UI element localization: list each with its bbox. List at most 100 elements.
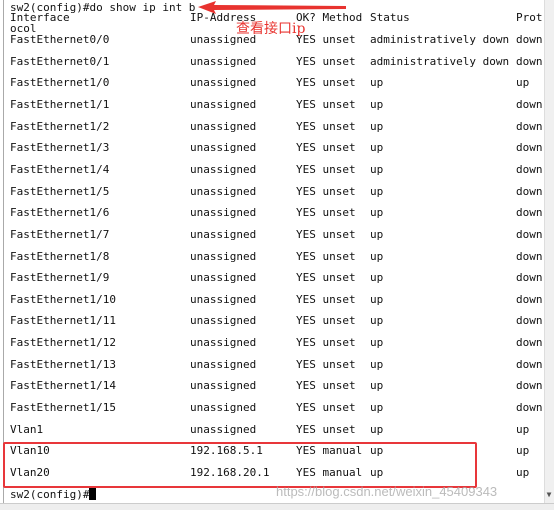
table-row: FastEthernet1/1 unassigned YES unset up down <box>10 97 543 112</box>
cell-ip: unassigned <box>190 33 257 46</box>
cell-ip: unassigned <box>190 379 257 393</box>
cell-interface: FastEthernet1/1 <box>10 97 110 111</box>
cell-ip: unassigned <box>190 401 257 415</box>
cell-ip: unassigned <box>190 206 257 220</box>
cell-protocol: down <box>516 141 543 155</box>
cell-status: up <box>370 141 384 155</box>
cell-protocol: down <box>516 184 543 198</box>
cell-status: up <box>370 336 384 350</box>
cell-protocol: down <box>516 119 543 133</box>
header-protocol: Prot <box>516 11 543 24</box>
table-row: FastEthernet1/6 unassigned YES unset up down <box>10 206 543 220</box>
cell-status: up <box>370 184 384 198</box>
cell-status: up <box>370 271 384 285</box>
table-row: Vlan1 unassigned YES unset up up <box>10 423 540 437</box>
cell-ok-method: YES unset <box>296 357 356 371</box>
cell-ok-method: YES unset <box>296 379 356 393</box>
table-row: FastEthernet1/4 unassigned YES unset up down <box>10 162 543 177</box>
cell-protocol: up <box>516 422 530 436</box>
cell-ok-method: YES unset <box>296 162 356 176</box>
cell-status: up <box>370 162 384 176</box>
cell-ok-method: YES unset <box>296 119 356 133</box>
cell-ok-method: YES unset <box>296 314 356 328</box>
cell-protocol: down <box>516 336 543 350</box>
cell-protocol: down <box>516 379 543 393</box>
cell-status: up <box>370 76 384 90</box>
cell-ip: unassigned <box>190 227 257 241</box>
cell-interface: Vlan1 <box>10 422 44 436</box>
cell-interface: FastEthernet0/1 <box>10 54 110 68</box>
cell-interface: FastEthernet1/0 <box>10 76 110 90</box>
cell-status: up <box>370 97 384 111</box>
prompt-text: sw2(config)# <box>10 488 90 501</box>
vertical-scrollbar[interactable] <box>544 0 554 505</box>
cell-ip: unassigned <box>190 141 257 155</box>
cell-status: up <box>370 249 384 263</box>
cell-interface: FastEthernet1/10 <box>10 292 116 306</box>
cell-protocol: down <box>516 249 543 263</box>
table-row: FastEthernet1/0 unassigned YES unset up up <box>10 76 540 90</box>
scroll-down-icon[interactable]: ▼ <box>544 488 554 502</box>
cell-ok-method: YES unset <box>296 141 356 155</box>
cell-interface: FastEthernet1/5 <box>10 184 110 198</box>
cell-ok-method: YES unset <box>296 206 356 220</box>
cell-status: up <box>370 119 384 133</box>
cell-interface: FastEthernet1/9 <box>10 271 110 285</box>
cell-status: up <box>370 314 384 328</box>
cell-interface: FastEthernet1/6 <box>10 206 110 220</box>
cell-ok-method: YES unset <box>296 227 356 241</box>
cell-ok-method: YES unset <box>296 422 356 436</box>
cell-interface: FastEthernet1/4 <box>10 162 110 176</box>
cell-interface: FastEthernet1/11 <box>10 314 116 328</box>
cell-status: up <box>370 206 384 220</box>
prompt-line[interactable]: sw2(config)# <box>10 488 97 502</box>
cell-ok-method: YES unset <box>296 184 356 198</box>
cell-status: up <box>370 227 384 241</box>
cell-ok-method: YES unset <box>296 336 356 350</box>
cell-ok-method: YES unset <box>296 249 356 263</box>
table-row: FastEthernet1/3 unassigned YES unset up down <box>10 141 543 155</box>
table-row: FastEthernet0/0 unassigned YES unset admini… <box>10 33 543 47</box>
cell-status: up <box>370 292 384 306</box>
table-row: FastEthernet1/9 unassigned YES unset up down <box>10 271 543 285</box>
table-row: FastEthernet1/10 unassigned YES unset up dow… <box>10 292 543 307</box>
cell-ip: unassigned <box>190 314 257 328</box>
cell-ok-method: YES unset <box>296 76 356 90</box>
cell-status: administratively down <box>370 33 510 46</box>
cell-ok-method: YES unset <box>296 401 356 415</box>
table-row: FastEthernet1/8 unassigned YES unset up down <box>10 249 543 264</box>
cell-status: up <box>370 401 384 415</box>
cell-ok-method: YES unset <box>296 33 356 46</box>
highlight-box <box>3 442 477 488</box>
table-row: FastEthernet0/1 unassigned YES unset admini… <box>10 54 543 69</box>
cell-ok-method: YES unset <box>296 54 356 68</box>
cell-ip: unassigned <box>190 292 257 306</box>
cell-protocol: down <box>516 314 543 328</box>
cell-protocol: down <box>516 227 543 241</box>
cell-status: up <box>370 379 384 393</box>
cursor <box>89 488 97 500</box>
cell-ok-method: YES unset <box>296 97 356 111</box>
cell-ip: unassigned <box>190 357 257 371</box>
cell-status: up <box>370 357 384 371</box>
watermark: https://blog.csdn.net/weixin_45409343 <box>276 484 498 499</box>
cell-interface: FastEthernet0/0 <box>10 33 110 46</box>
cell-interface: FastEthernet1/14 <box>10 379 116 393</box>
cell-ip: unassigned <box>190 76 257 90</box>
cell-interface: FastEthernet1/7 <box>10 227 110 241</box>
cell-protocol: down <box>516 357 543 371</box>
table-row: FastEthernet1/12 unassigned YES unset up dow… <box>10 336 543 350</box>
cell-ip: unassigned <box>190 249 257 263</box>
cell-protocol: down <box>516 33 543 46</box>
cell-protocol: down <box>516 292 543 306</box>
cell-ip: unassigned <box>190 54 257 68</box>
cell-interface: FastEthernet1/13 <box>10 357 116 371</box>
table-row: FastEthernet1/15 unassigned YES unset up dow… <box>10 401 543 415</box>
cell-protocol: down <box>516 54 543 68</box>
cell-interface: FastEthernet1/3 <box>10 141 110 155</box>
table-row: FastEthernet1/11 unassigned YES unset up dow… <box>10 314 543 328</box>
cell-protocol: up <box>516 76 530 90</box>
cell-interface: FastEthernet1/2 <box>10 119 110 133</box>
cell-protocol: down <box>516 97 543 111</box>
cell-interface: FastEthernet1/8 <box>10 249 110 263</box>
